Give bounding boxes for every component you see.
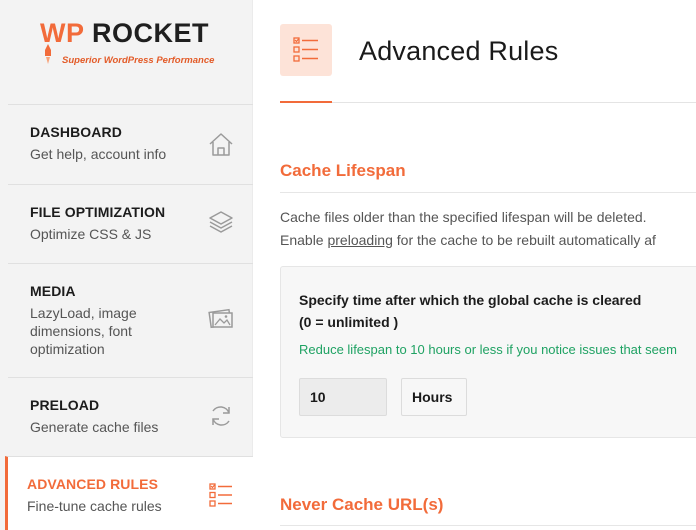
description-suffix: for the cache to be rebuilt automaticall… xyxy=(392,232,656,248)
layers-icon xyxy=(209,211,233,233)
header-accent-bar xyxy=(280,101,332,103)
label-line-2: (0 = unlimited ) xyxy=(299,314,399,330)
cache-lifespan-title: Cache Lifespan xyxy=(280,161,406,180)
refresh-icon xyxy=(212,406,230,426)
cache-lifespan-unit-select[interactable]: Hours xyxy=(401,378,467,416)
cache-lifespan-panel: Specify time after which the global cach… xyxy=(280,266,696,438)
sidebar-item-subtitle: Fine-tune cache rules xyxy=(27,498,162,514)
logo-tagline: Superior WordPress Performance xyxy=(62,55,215,66)
section-divider xyxy=(280,192,696,193)
page-title: Advanced Rules xyxy=(359,36,559,66)
cache-lifespan-input[interactable] xyxy=(299,378,387,416)
logo-wordmark: WP ROCKET xyxy=(40,18,209,49)
sidebar-item-media[interactable]: MEDIA LazyLoad, image dimensions, font o… xyxy=(8,263,253,377)
sidebar-item-subtitle: Optimize CSS & JS xyxy=(30,226,152,242)
cache-lifespan-label: Specify time after which the global cach… xyxy=(299,289,641,333)
wp-rocket-logo[interactable]: WP ROCKET Superior WordPress Performance xyxy=(40,18,240,70)
cache-lifespan-hint: Reduce lifespan to 10 hours or less if y… xyxy=(299,342,677,357)
header-divider xyxy=(280,102,696,103)
description-line-2: Enable preloading for the cache to be re… xyxy=(280,229,656,252)
sidebar-item-title: MEDIA xyxy=(30,283,76,299)
page-icon-box xyxy=(280,24,332,76)
sidebar-item-subtitle: Generate cache files xyxy=(30,419,159,435)
cache-lifespan-description: Cache files older than the specified lif… xyxy=(280,206,656,252)
sidebar-item-dashboard[interactable]: DASHBOARD Get help, account info xyxy=(8,104,253,184)
logo-rocket: ROCKET xyxy=(92,18,210,48)
sidebar-item-advanced-rules[interactable]: ADVANCED RULES Fine-tune cache rules xyxy=(5,456,253,530)
sidebar-item-file-optimization[interactable]: FILE OPTIMIZATION Optimize CSS & JS xyxy=(8,184,253,263)
images-icon xyxy=(208,308,233,329)
preloading-link[interactable]: preloading xyxy=(327,232,392,248)
sidebar-item-subtitle: LazyLoad, image dimensions, font optimiz… xyxy=(30,305,137,357)
list-check-icon xyxy=(293,37,318,62)
label-line-1: Specify time after which the global cach… xyxy=(299,292,642,308)
sidebar-item-subtitle: Get help, account info xyxy=(30,146,167,162)
sidebar: WP ROCKET Superior WordPress Performance… xyxy=(0,0,253,530)
home-icon xyxy=(209,133,233,156)
section-divider xyxy=(280,525,696,526)
description-prefix: Enable xyxy=(280,232,328,248)
description-line-1: Cache files older than the specified lif… xyxy=(280,209,647,225)
list-check-icon xyxy=(209,483,232,507)
sidebar-item-preload[interactable]: PRELOAD Generate cache files xyxy=(8,377,253,456)
rocket-icon xyxy=(45,44,51,64)
never-cache-urls-title: Never Cache URL(s) xyxy=(280,495,444,514)
